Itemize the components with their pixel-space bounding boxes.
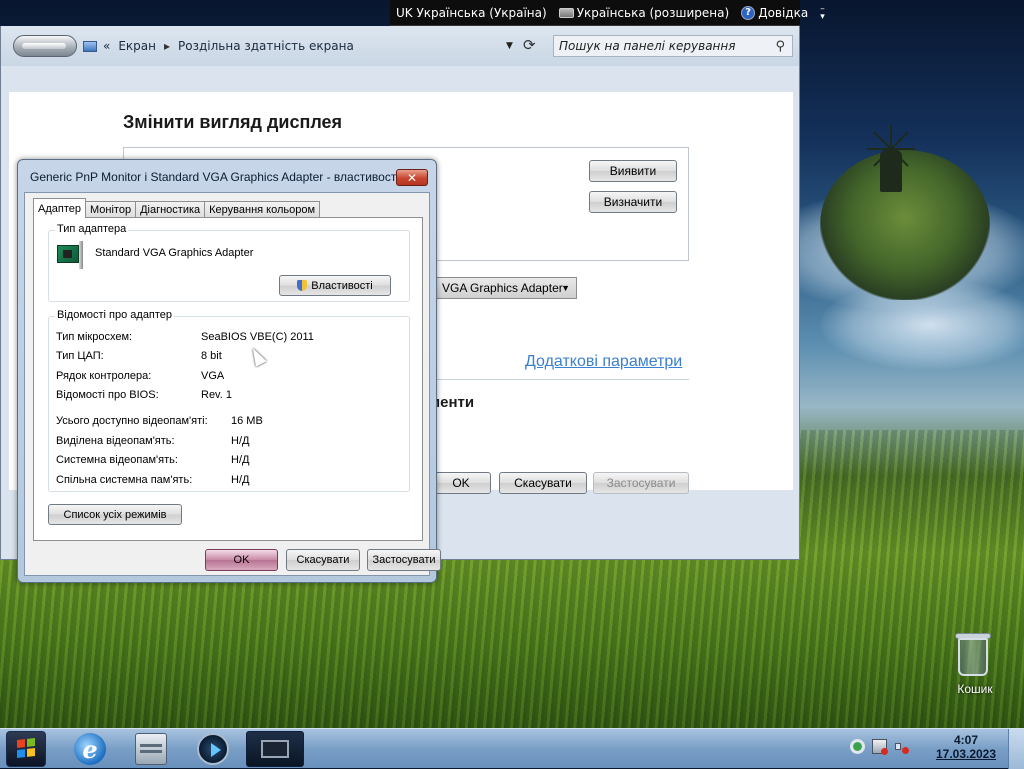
show-desktop-button[interactable]	[1008, 729, 1024, 769]
network-icon[interactable]	[872, 739, 888, 755]
back-forward-buttons[interactable]	[13, 35, 77, 57]
address-dropdown-icon[interactable]: ▼	[506, 41, 513, 51]
memory-value-dedicated: Н/Д	[231, 435, 250, 447]
clock[interactable]: 4:07 17.03.2023	[932, 733, 1000, 761]
adapter-name: Standard VGA Graphics Adapter	[95, 247, 254, 259]
tab-strip: Адаптер Монітор Діагностика Керування ко…	[33, 198, 321, 218]
search-icon[interactable]: ⚲	[775, 39, 785, 54]
windows-logo-icon	[17, 738, 35, 758]
address-bar[interactable]: « Екран ▸ Роздільна здатність екрана	[83, 35, 545, 57]
action-center-icon[interactable]	[850, 739, 865, 754]
tab-color-management[interactable]: Керування кольором	[204, 201, 321, 218]
recycle-bin-icon[interactable]	[952, 630, 996, 682]
chevron-down-icon: ▼	[561, 283, 570, 293]
info-label-controller: Рядок контролера:	[56, 370, 152, 382]
adapter-type-label: Тип адаптера	[55, 223, 129, 235]
info-value-controller: VGA	[201, 370, 225, 382]
memory-label-dedicated: Виділена відеопам'ять:	[56, 435, 175, 447]
adapter-properties-label: Властивості	[311, 279, 373, 292]
adapter-tab-panel: Тип адаптера Standard VGA Graphics Adapt…	[33, 217, 423, 541]
identify-button[interactable]: Визначити	[589, 191, 677, 213]
dialog-title: Generic PnP Monitor і Standard VGA Graph…	[30, 170, 399, 184]
monitor-icon	[83, 40, 97, 52]
adapter-properties-dialog: Generic PnP Monitor і Standard VGA Graph…	[17, 159, 441, 583]
taskbar-item-control-panel[interactable]	[246, 731, 304, 767]
recycle-bin-label[interactable]: Кошик	[944, 682, 1006, 696]
shield-icon	[297, 280, 308, 291]
cp-apply-button[interactable]: Застосувати	[593, 472, 689, 494]
keyboard-layout-label: Українська (розширена)	[576, 5, 730, 20]
help-icon: ?	[741, 5, 756, 20]
cp-ok-button[interactable]: OK	[431, 472, 491, 494]
file-explorer-icon[interactable]	[135, 733, 167, 765]
breadcrumb-separator-icon: ▸	[164, 39, 171, 53]
keyboard-layout[interactable]: Українська (розширена)	[553, 0, 735, 25]
clock-date: 17.03.2023	[935, 747, 997, 761]
info-label-dac: Тип ЦАП:	[56, 350, 104, 362]
refresh-icon[interactable]: ⟳	[523, 36, 536, 54]
system-tray	[850, 739, 909, 755]
language-bar: UK Українська (Україна) Українська (розш…	[390, 0, 825, 26]
tab-diagnostics[interactable]: Діагностика	[135, 201, 206, 218]
windmill	[880, 150, 902, 192]
memory-label-system: Системна відеопам'ять:	[56, 454, 178, 466]
memory-label-shared: Спільна системна пам'ять:	[56, 474, 193, 486]
close-icon[interactable]: ✕	[396, 169, 428, 186]
dialog-cancel-button[interactable]: Скасувати	[286, 549, 360, 571]
page-title: Змінити вигляд дисплея	[123, 112, 343, 132]
cp-cancel-button[interactable]: Скасувати	[499, 472, 587, 494]
langbar-options-icon[interactable]: – ▾	[820, 4, 825, 21]
adapter-info-group: Відомості про адаптер Тип мікросхем: Sea…	[48, 309, 410, 492]
volume-muted-icon[interactable]	[894, 739, 909, 754]
memory-label-total: Усього доступно відеопам'яті:	[56, 415, 208, 427]
display-select[interactable]: VGA Graphics Adapter ▼	[429, 277, 577, 299]
dialog-apply-button[interactable]: Застосувати	[367, 549, 441, 571]
desktop-island	[820, 150, 990, 300]
search-placeholder: Пошук на панелі керування	[559, 39, 736, 53]
dialog-body: Адаптер Монітор Діагностика Керування ко…	[24, 192, 441, 576]
breadcrumb-overflow[interactable]: «	[103, 39, 110, 53]
help-label: Довідка	[758, 5, 809, 20]
display-settings-icon	[261, 740, 289, 758]
breadcrumb-item-display[interactable]: Екран	[118, 39, 156, 53]
tab-adapter[interactable]: Адаптер	[33, 198, 86, 218]
detect-button[interactable]: Виявити	[589, 160, 677, 182]
divider	[429, 379, 689, 380]
internet-explorer-icon[interactable]: e	[74, 733, 106, 765]
info-label-bios: Відомості про BIOS:	[56, 389, 159, 401]
video-card-icon	[55, 241, 83, 269]
navigation-bar: « Екран ▸ Роздільна здатність екрана ▼ ⟳…	[1, 26, 799, 66]
advanced-settings-link[interactable]: Додаткові параметри	[525, 353, 682, 371]
adapter-info-label: Відомості про адаптер	[55, 309, 175, 321]
list-all-modes-button[interactable]: Список усіх режимів	[48, 504, 182, 525]
dialog-ok-button[interactable]: OK	[205, 549, 278, 571]
start-button[interactable]	[6, 731, 46, 767]
memory-value-total: 16 MB	[231, 415, 263, 427]
info-label-chip: Тип мікросхем:	[56, 331, 133, 343]
info-value-bios: Rev. 1	[201, 389, 232, 401]
input-language-label: UK Українська (Україна)	[396, 5, 547, 20]
tab-monitor[interactable]: Монітор	[84, 201, 137, 218]
adapter-properties-button[interactable]: Властивості	[279, 275, 391, 296]
info-value-chip: SeaBIOS VBE(C) 2011	[201, 331, 314, 343]
info-value-dac: 8 bit	[201, 350, 222, 362]
clock-time: 4:07	[953, 733, 979, 747]
memory-value-system: Н/Д	[231, 454, 250, 466]
help-button[interactable]: ? Довідка	[735, 0, 814, 25]
input-language[interactable]: UK Українська (Україна)	[390, 0, 553, 25]
media-player-icon[interactable]	[197, 733, 229, 765]
search-input[interactable]: Пошук на панелі керування ⚲	[553, 35, 793, 57]
breadcrumb-item-resolution[interactable]: Роздільна здатність екрана	[178, 39, 354, 53]
memory-value-shared: Н/Д	[231, 474, 250, 486]
display-select-value: VGA Graphics Adapter	[442, 281, 563, 295]
adapter-type-group: Тип адаптера Standard VGA Graphics Adapt…	[48, 223, 410, 302]
taskbar: e 4:07 17.03.2023	[0, 728, 1024, 769]
keyboard-icon	[558, 7, 574, 18]
